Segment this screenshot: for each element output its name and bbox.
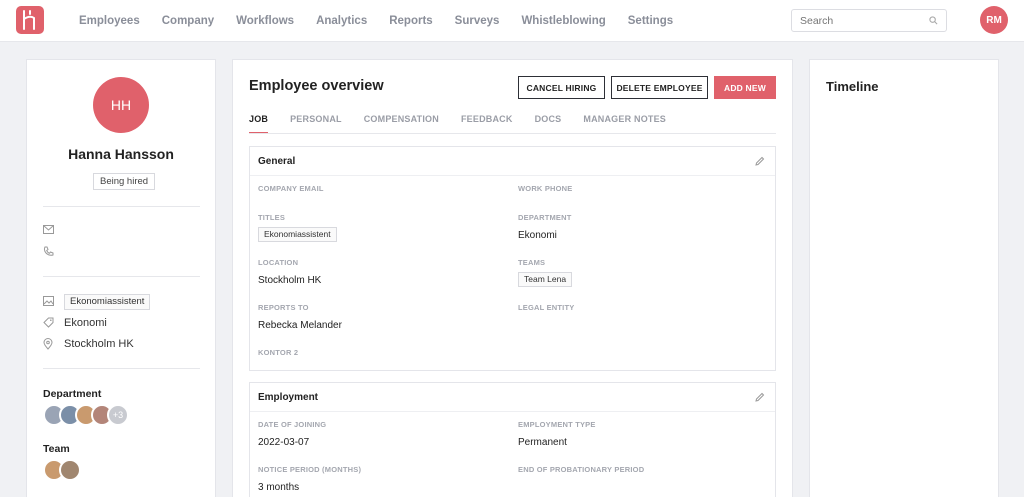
edit-icon[interactable] <box>755 156 765 166</box>
location-pin-icon <box>43 338 55 350</box>
phone-row[interactable] <box>43 246 64 258</box>
search-box <box>791 9 947 32</box>
teams-tag: Team Lena <box>518 272 573 287</box>
department-value: Ekonomi <box>518 230 557 241</box>
nav-company[interactable]: Company <box>151 15 225 27</box>
phone-icon <box>43 246 55 258</box>
nav-analytics[interactable]: Analytics <box>305 15 378 27</box>
search-input[interactable] <box>800 15 920 27</box>
company-email-label: COMPANY EMAIL <box>258 184 324 193</box>
section-title: Employment <box>258 392 319 403</box>
department-text: Ekonomi <box>64 317 107 329</box>
department-heading: Department <box>43 388 102 400</box>
top-bar: Employees Company Workflows Analytics Re… <box>0 0 1024 42</box>
tab-job[interactable]: JOB <box>249 114 269 134</box>
kontor-label: KONTOR 2 <box>258 348 299 357</box>
legal-entity-label: LEGAL ENTITY <box>518 303 575 312</box>
employee-name: Hanna Hansson <box>68 146 174 162</box>
location-value: Stockholm HK <box>258 275 322 286</box>
nav-employees[interactable]: Employees <box>68 15 151 27</box>
nav-surveys[interactable]: Surveys <box>444 15 511 27</box>
tab-manager-notes[interactable]: MANAGER NOTES <box>583 114 666 134</box>
tab-personal[interactable]: PERSONAL <box>290 114 342 134</box>
department-row: Ekonomi <box>43 317 107 329</box>
team-members <box>43 459 81 481</box>
divider <box>43 276 200 277</box>
mail-icon <box>43 225 55 237</box>
page-title: Employee overview <box>249 78 384 94</box>
logo-icon <box>23 10 35 30</box>
reports-to-value[interactable]: Rebecka Melander <box>258 320 342 331</box>
divider <box>43 368 200 369</box>
timeline-card: Timeline <box>809 59 999 497</box>
member-avatar[interactable] <box>59 459 81 481</box>
nav-reports[interactable]: Reports <box>378 15 443 27</box>
image-icon <box>43 296 55 308</box>
department-label: DEPARTMENT <box>518 213 572 222</box>
user-avatar[interactable]: RM <box>980 6 1008 34</box>
section-title: General <box>258 156 296 167</box>
location-label: LOCATION <box>258 258 299 267</box>
notice-period-label: NOTICE PERIOD (MONTHS) <box>258 465 362 474</box>
main-nav: Employees Company Workflows Analytics Re… <box>68 0 684 42</box>
divider <box>43 206 200 207</box>
overview-tabs: JOB PERSONAL COMPENSATION FEEDBACK DOCS … <box>249 114 688 134</box>
tab-divider <box>249 133 776 134</box>
cancel-hiring-button[interactable]: CANCEL HIRING <box>518 76 605 99</box>
tab-feedback[interactable]: FEEDBACK <box>461 114 513 134</box>
location-row: Stockholm HK <box>43 338 134 350</box>
date-of-joining-value: 2022-03-07 <box>258 437 310 448</box>
more-members-badge[interactable]: +3 <box>107 404 129 426</box>
location-text: Stockholm HK <box>64 338 134 350</box>
department-members: +3 <box>43 404 129 426</box>
tag-icon <box>43 317 55 329</box>
probation-end-label: END OF PROBATIONARY PERIOD <box>518 465 645 474</box>
employment-type-value: Permanent <box>518 437 567 448</box>
email-row[interactable] <box>43 225 64 237</box>
tab-compensation[interactable]: COMPENSATION <box>364 114 439 134</box>
work-phone-label: WORK PHONE <box>518 184 573 193</box>
section-divider <box>250 175 775 176</box>
date-of-joining-label: DATE OF JOINING <box>258 420 327 429</box>
employee-avatar: HH <box>93 77 149 133</box>
employment-section: Employment DATE OF JOINING 2022-03-07 EM… <box>249 382 776 497</box>
general-section: General COMPANY EMAIL WORK PHONE TITLES … <box>249 146 776 371</box>
titles-label: TITLES <box>258 213 286 222</box>
section-divider <box>250 411 775 412</box>
title-row: Ekonomiassistent <box>43 294 151 310</box>
tab-docs[interactable]: DOCS <box>535 114 562 134</box>
nav-settings[interactable]: Settings <box>617 15 684 27</box>
status-badge: Being hired <box>93 173 156 190</box>
team-heading: Team <box>43 443 70 455</box>
employment-type-label: EMPLOYMENT TYPE <box>518 420 596 429</box>
notice-period-value: 3 months <box>258 482 300 493</box>
timeline-title: Timeline <box>826 79 879 94</box>
reports-to-label: REPORTS TO <box>258 303 309 312</box>
employee-overview-card: Employee overview CANCEL HIRING DELETE E… <box>232 59 793 497</box>
nav-workflows[interactable]: Workflows <box>225 15 305 27</box>
title-tag: Ekonomiassistent <box>64 294 151 310</box>
profile-card: HH Hanna Hansson Being hired Ekonomiassi… <box>26 59 216 497</box>
add-new-button[interactable]: ADD NEW <box>714 76 776 99</box>
search-icon[interactable] <box>929 16 938 25</box>
app-logo[interactable] <box>16 6 44 34</box>
nav-whistleblowing[interactable]: Whistleblowing <box>510 15 616 27</box>
teams-label: TEAMS <box>518 258 546 267</box>
titles-tag: Ekonomiassistent <box>258 227 337 242</box>
edit-icon[interactable] <box>755 392 765 402</box>
delete-employee-button[interactable]: DELETE EMPLOYEE <box>611 76 708 99</box>
